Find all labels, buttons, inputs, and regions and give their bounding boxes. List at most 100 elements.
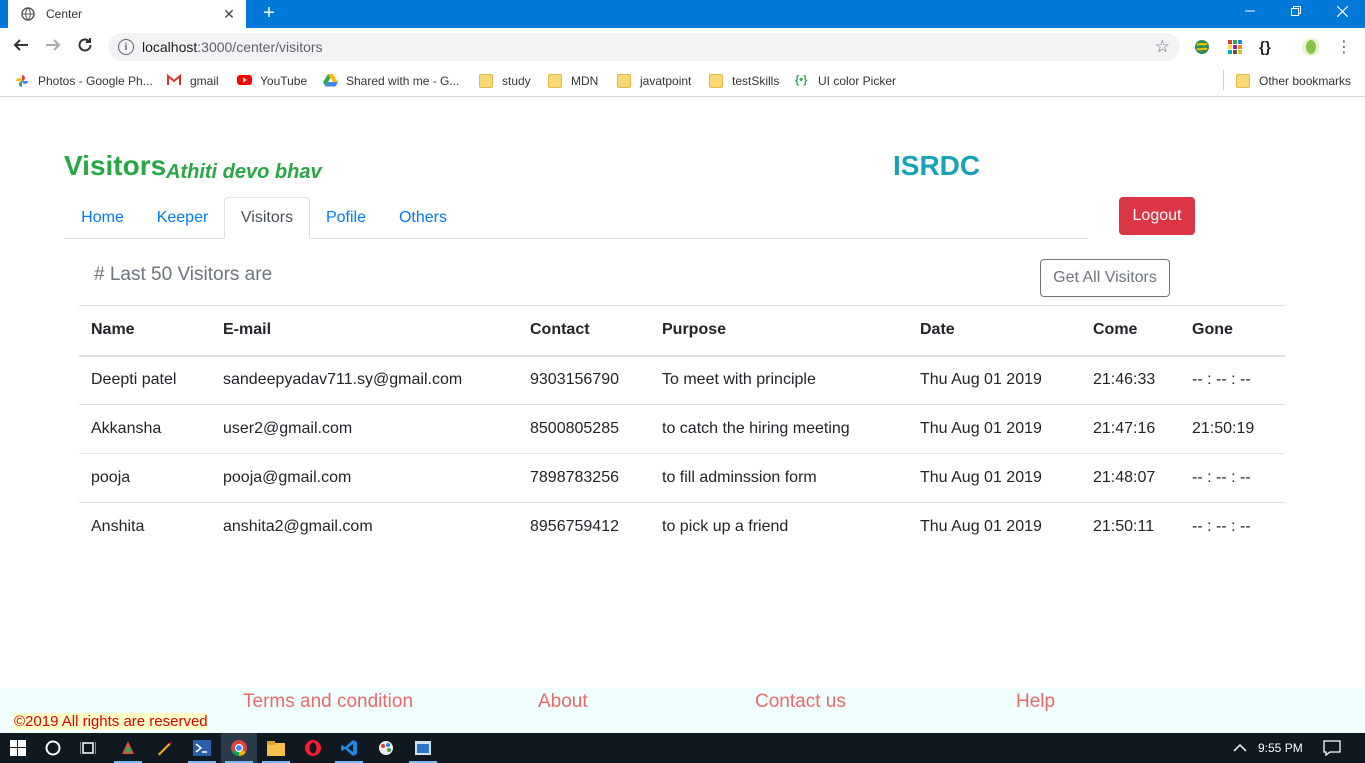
- bookmark-testskills[interactable]: testSkills: [709, 71, 779, 91]
- cell-name: Anshita: [79, 502, 211, 552]
- bookmark-label: study: [502, 74, 531, 88]
- cell-gone: -- : -- : --: [1180, 355, 1285, 405]
- app-file-explorer-icon[interactable]: [258, 733, 294, 763]
- tab-keeper[interactable]: Keeper: [141, 197, 224, 239]
- folder-icon: [1236, 74, 1250, 88]
- profile-avatar-icon[interactable]: [1301, 38, 1319, 56]
- task-view-icon[interactable]: [70, 733, 106, 763]
- get-all-visitors-button[interactable]: Get All Visitors: [1040, 259, 1170, 297]
- org-title: ISRDC: [893, 150, 981, 181]
- app-paint-icon[interactable]: [110, 733, 146, 763]
- bookmark-mdn[interactable]: MDN: [548, 71, 598, 91]
- folder-icon: [709, 74, 723, 88]
- windows-start-icon[interactable]: [0, 733, 36, 763]
- bookmark-label: testSkills: [732, 74, 780, 88]
- browser-tab[interactable]: Center ✕: [8, 0, 246, 28]
- url-host: localhost: [142, 39, 198, 55]
- tab-home[interactable]: Home: [64, 197, 141, 239]
- footer-link-about[interactable]: About: [538, 691, 588, 713]
- visitors-heading: # Last 50 Visitors are: [94, 264, 273, 285]
- new-tab-button[interactable]: +: [258, 2, 280, 24]
- restore-icon[interactable]: [1273, 0, 1319, 22]
- taskbar-clock[interactable]: 9:55 PM: [1258, 741, 1303, 755]
- bookmark-study[interactable]: study: [479, 71, 531, 91]
- bookmark-label: Shared with me - G...: [346, 74, 460, 88]
- folder-icon: [548, 74, 562, 88]
- bookmark-label: YouTube: [260, 74, 308, 88]
- app-vscode-icon[interactable]: [331, 733, 367, 763]
- globe-icon: [20, 6, 36, 22]
- cell-date: Thu Aug 01 2019: [908, 453, 1081, 503]
- tab-profile[interactable]: Pofile: [310, 197, 382, 239]
- notification-icon[interactable]: [1314, 733, 1350, 763]
- cell-name: Deepti patel: [79, 355, 211, 405]
- json-braces-icon[interactable]: {}: [1256, 38, 1274, 56]
- app-window-icon[interactable]: [405, 733, 441, 763]
- url-path: :3000/center/visitors: [197, 39, 323, 55]
- bookmarks-separator: [1223, 70, 1224, 90]
- logout-button[interactable]: Logout: [1119, 197, 1195, 235]
- cell-purpose: to catch the hiring meeting: [650, 404, 908, 454]
- table-header-row: Name E-mail Contact Purpose Date Come Go…: [79, 305, 1285, 357]
- column-header: Name: [79, 305, 211, 357]
- browser-toolbar: i localhost:3000/center/visitors ☆ {} ⋮: [0, 28, 1365, 66]
- table-row: Akkansha user2@gmail.com 8500805285 to c…: [79, 404, 1285, 454]
- bookmark-star-icon[interactable]: ☆: [1155, 37, 1170, 57]
- reload-icon[interactable]: [74, 36, 96, 58]
- address-bar[interactable]: i localhost:3000/center/visitors ☆: [108, 33, 1180, 61]
- bookmark-label: UI color Picker: [818, 74, 897, 88]
- bookmark-google-photos[interactable]: Photos - Google Ph...: [15, 71, 153, 91]
- chevron-up-icon[interactable]: [1222, 733, 1258, 763]
- bookmark-other[interactable]: Other bookmarks: [1236, 71, 1351, 91]
- windows-taskbar: 9:55 PM: [0, 733, 1365, 763]
- tab-others[interactable]: Others: [382, 197, 464, 239]
- cell-come: 21:46:33: [1081, 355, 1180, 405]
- bookmark-label: Other bookmarks: [1259, 74, 1352, 88]
- cell-email: pooja@gmail.com: [211, 453, 518, 503]
- tab-visitors[interactable]: Visitors: [224, 197, 310, 239]
- gmail-icon: [167, 73, 181, 88]
- search-circle-icon[interactable]: [35, 733, 71, 763]
- bookmark-youtube[interactable]: YouTube: [237, 71, 307, 91]
- column-header: Gone: [1180, 305, 1285, 357]
- window-close-icon[interactable]: [1319, 0, 1365, 22]
- page-footer: Terms and condition About Contact us Hel…: [0, 688, 1365, 733]
- extension-grid-icon[interactable]: [1226, 38, 1244, 56]
- cell-date: Thu Aug 01 2019: [908, 355, 1081, 405]
- cell-purpose: To meet with principle: [650, 355, 908, 405]
- column-header: Purpose: [650, 305, 908, 357]
- cell-email: user2@gmail.com: [211, 404, 518, 454]
- minimize-icon[interactable]: [1227, 0, 1273, 22]
- column-header: Contact: [518, 305, 650, 357]
- back-arrow-icon[interactable]: [10, 36, 32, 58]
- bookmark-gmail[interactable]: gmail: [167, 71, 219, 91]
- cell-gone: -- : -- : --: [1180, 502, 1285, 552]
- chrome-menu-icon[interactable]: ⋮: [1335, 38, 1353, 56]
- browser-tab-strip: Center ✕ +: [0, 0, 1365, 28]
- brand-tagline: Athiti devo bhav: [166, 161, 322, 183]
- footer-link-terms[interactable]: Terms and condition: [243, 691, 413, 713]
- forward-arrow-icon[interactable]: [42, 36, 64, 58]
- bookmark-label: javatpoint: [640, 74, 692, 88]
- cell-contact: 7898783256: [518, 453, 650, 503]
- cell-come: 21:47:16: [1081, 404, 1180, 454]
- color-picker-icon: {•}: [795, 74, 808, 86]
- column-header: E-mail: [211, 305, 518, 357]
- tab-title: Center: [46, 7, 83, 21]
- footer-link-help[interactable]: Help: [1016, 691, 1055, 713]
- bookmark-javatpoint[interactable]: javatpoint: [617, 71, 691, 91]
- visitors-table: Name E-mail Contact Purpose Date Come Go…: [79, 305, 1285, 552]
- extension-globe-icon[interactable]: [1193, 38, 1211, 56]
- bookmark-ui-color-picker[interactable]: {•} UI color Picker: [795, 71, 896, 91]
- app-powershell-icon[interactable]: [184, 733, 220, 763]
- close-tab-icon[interactable]: ✕: [220, 5, 238, 23]
- bookmark-google-drive[interactable]: Shared with me - G...: [323, 71, 459, 91]
- app-chrome-icon[interactable]: [221, 733, 257, 763]
- cell-date: Thu Aug 01 2019: [908, 404, 1081, 454]
- app-pen-icon[interactable]: [146, 733, 182, 763]
- info-icon[interactable]: i: [118, 39, 134, 55]
- app-paint3d-icon[interactable]: [368, 733, 404, 763]
- app-opera-icon[interactable]: [295, 733, 331, 763]
- footer-link-contact[interactable]: Contact us: [755, 691, 846, 713]
- cell-gone: -- : -- : --: [1180, 453, 1285, 503]
